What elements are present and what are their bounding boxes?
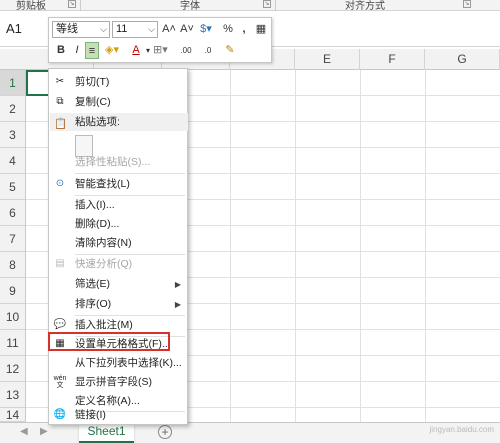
menu-item-show-phonetic[interactable]: wén 文 显示拼音字段(S) <box>49 373 187 392</box>
column-header-g[interactable]: G <box>425 49 500 70</box>
font-launcher-icon[interactable]: ↘ <box>263 0 271 8</box>
row-header-4[interactable]: 4 <box>0 148 26 174</box>
pinyin-icon-sub: 文 <box>56 382 64 389</box>
menu-item-paste-special[interactable]: 选择性粘贴(S)... <box>49 153 187 172</box>
smart-lookup-icon: ⊙ <box>55 178 65 189</box>
bold-button[interactable]: B <box>54 42 68 59</box>
chevron-down-icon: ⌵ <box>148 24 155 34</box>
row-header-8[interactable]: 8 <box>0 252 26 278</box>
sheet-next-icon[interactable]: ▶ <box>40 426 48 437</box>
alignment-launcher-icon[interactable]: ↘ <box>463 0 471 8</box>
increase-font-size-button[interactable]: A˄ <box>162 21 176 38</box>
row-header-9[interactable]: 9 <box>0 278 26 304</box>
menu-item-sort[interactable]: 排序(O) ▶ <box>49 295 187 314</box>
mini-toolbar: 等线 ⌵ 11 ⌵ A˄ A˅ $▾ % , ▦ B I ≡ ◈▾ A ▾ ⊞▾… <box>48 17 272 63</box>
menu-item-insert[interactable]: 插入(I)... <box>49 196 187 215</box>
decrease-font-size-button[interactable]: A˅ <box>180 21 194 38</box>
row-header-11[interactable]: 11 <box>0 330 26 356</box>
menu-item-label: 复制(C) <box>75 96 111 108</box>
font-name-value: 等线 <box>56 23 78 35</box>
row-header-1[interactable]: 1 <box>0 70 26 96</box>
menu-item-label: 插入(I)... <box>75 199 115 211</box>
clipboard-launcher-icon[interactable]: ↘ <box>68 0 76 8</box>
copy-icon: ⧉ <box>56 96 64 107</box>
menu-item-label: 智能查找(L) <box>75 178 130 190</box>
paste-icon: 📋 <box>54 118 68 130</box>
row-header-5[interactable]: 5 <box>0 174 26 200</box>
row-header-2[interactable]: 2 <box>0 96 26 122</box>
pinyin-icon: wén 文 <box>53 375 67 389</box>
menu-item-label: 插入批注(M) <box>75 319 133 331</box>
menu-item-smart-lookup[interactable]: ⊙ 智能查找(L) <box>49 175 187 194</box>
ribbon-separator <box>275 0 276 11</box>
grid-line <box>360 70 361 422</box>
accounting-format-icon[interactable]: $▾ <box>199 21 213 38</box>
font-size-select[interactable]: 11 ⌵ <box>112 21 158 38</box>
row-header-6[interactable]: 6 <box>0 200 26 226</box>
column-header-f[interactable]: F <box>360 49 425 70</box>
menu-item-label: 显示拼音字段(S) <box>75 376 152 388</box>
menu-item-label: 从下拉列表中选择(K)... <box>75 357 182 369</box>
increase-decimal-button[interactable]: .00 <box>179 42 193 59</box>
align-center-icon[interactable]: ≡ <box>85 42 99 59</box>
row-header-3[interactable]: 3 <box>0 122 26 148</box>
menu-item-label: 筛选(E) <box>75 278 110 290</box>
submenu-arrow-icon: ▶ <box>174 300 181 309</box>
submenu-arrow-icon: ▶ <box>174 280 181 289</box>
highlight-annotation <box>48 332 170 351</box>
grid-line <box>295 70 296 422</box>
italic-button[interactable]: I <box>70 42 84 59</box>
add-sheet-icon[interactable]: + <box>158 425 172 439</box>
link-icon: 🌐 <box>53 409 67 420</box>
menu-item-label: 快速分析(Q) <box>75 258 133 270</box>
menu-item-label: 链接(I) <box>75 409 106 421</box>
watermark: jingyan.baidu.com <box>429 425 494 434</box>
row-header-7[interactable]: 7 <box>0 226 26 252</box>
row-header-12[interactable]: 12 <box>0 356 26 382</box>
menu-item-label: 粘贴选项: <box>75 116 120 128</box>
quick-analysis-icon: ▤ <box>55 258 65 269</box>
context-menu: ✂ 剪切(T) ⧉ 复制(C) 📋 粘贴选项: 选择性粘贴(S)... ⊙ 智能… <box>48 68 188 425</box>
pinyin-icon-text: wén <box>53 375 67 382</box>
sheet-prev-icon[interactable]: ◀ <box>20 426 28 437</box>
borders-table-icon[interactable]: ▦ <box>254 21 268 38</box>
menu-item-label: 清除内容(N) <box>75 237 132 249</box>
column-header-e[interactable]: E <box>295 49 360 70</box>
row-header-14[interactable]: 14 <box>0 408 26 422</box>
paste-options-header: 📋 粘贴选项: <box>50 113 188 131</box>
decrease-decimal-button[interactable]: .0 <box>201 42 215 59</box>
ribbon-group-labels: 剪贴板 ↘ 字体 ↘ 对齐方式 ↘ <box>0 0 500 12</box>
menu-item-label: 剪切(T) <box>75 76 110 88</box>
menu-item-pick-from-dropdown[interactable]: 从下拉列表中选择(K)... <box>49 354 187 373</box>
comment-icon: 💬 <box>53 319 67 330</box>
row-header-13[interactable]: 13 <box>0 382 26 408</box>
menu-item-clear-contents[interactable]: 清除内容(N) <box>49 234 187 253</box>
name-box[interactable]: A1 <box>6 21 42 39</box>
font-name-select[interactable]: 等线 ⌵ <box>52 21 110 38</box>
menu-item-quick-analysis[interactable]: ▤ 快速分析(Q) <box>49 255 187 274</box>
scissors-icon: ✂ <box>55 76 65 87</box>
grid-line <box>230 70 231 422</box>
menu-item-copy[interactable]: ⧉ 复制(C) <box>49 93 187 112</box>
font-size-value: 11 <box>116 23 128 35</box>
format-painter-icon[interactable]: ✎ <box>223 42 237 59</box>
fill-color-icon[interactable]: ◈▾ <box>105 42 119 59</box>
sheet-tab-bar: ◀ ▶ Sheet1 + <box>0 422 500 443</box>
grid-line <box>425 70 426 422</box>
menu-separator <box>75 173 185 174</box>
borders-icon[interactable]: ⊞▾ <box>153 42 168 59</box>
chevron-down-icon: ⌵ <box>100 24 107 34</box>
menu-item-label: 选择性粘贴(S)... <box>75 156 151 168</box>
sheet-tab-sheet1[interactable]: Sheet1 <box>79 422 134 443</box>
comma-style-button[interactable]: , <box>237 21 251 38</box>
menu-item-delete[interactable]: 删除(D)... <box>49 215 187 234</box>
row-header-10[interactable]: 10 <box>0 304 26 330</box>
percent-style-button[interactable]: % <box>221 21 235 38</box>
menu-item-link[interactable]: 🌐 链接(I) <box>49 406 187 425</box>
menu-item-label: 删除(D)... <box>75 218 120 230</box>
menu-item-label: 排序(O) <box>75 298 112 310</box>
menu-item-filter[interactable]: 筛选(E) ▶ <box>49 275 187 294</box>
ribbon-separator <box>80 0 81 11</box>
menu-item-cut[interactable]: ✂ 剪切(T) <box>49 73 187 92</box>
